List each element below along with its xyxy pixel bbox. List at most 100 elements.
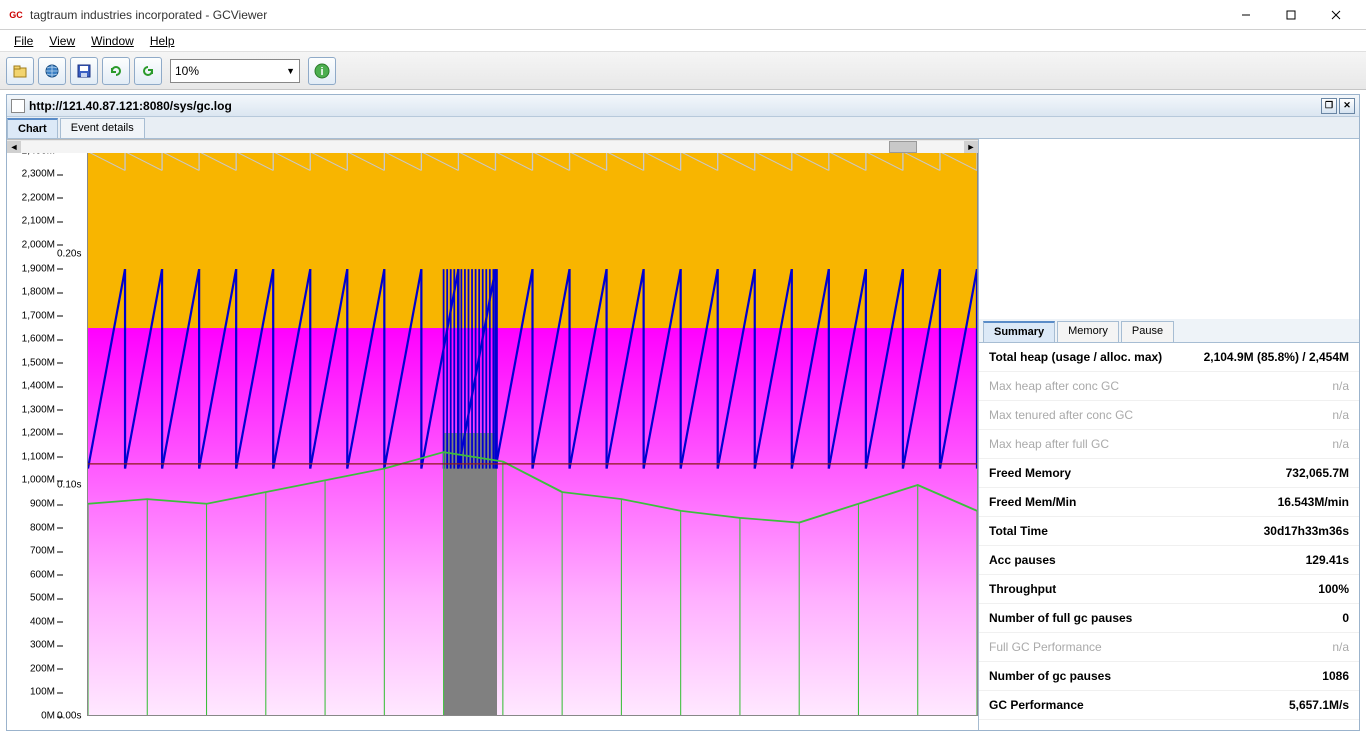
summary-label: Freed Memory [989, 466, 1071, 480]
document-titlebar: http://121.40.87.121:8080/sys/gc.log ❐ ✕ [7, 95, 1359, 117]
summary-row: Acc pauses 129.41s [979, 546, 1359, 575]
summary-value: 2,104.9M (85.8%) / 2,454M [1204, 350, 1349, 364]
summary-value: 5,657.1M/s [1289, 698, 1349, 712]
summary-value: 1086 [1322, 669, 1349, 683]
document-url: http://121.40.87.121:8080/sys/gc.log [29, 99, 232, 113]
save-button[interactable] [70, 57, 98, 85]
summary-label: Number of full gc pauses [989, 611, 1132, 625]
tab-chart[interactable]: Chart [7, 118, 58, 138]
app-icon: GC [8, 7, 24, 23]
y-tick: 2,100M [22, 216, 55, 227]
y2-tick: 0.10s [57, 480, 81, 491]
maximize-button[interactable] [1268, 1, 1313, 29]
y-tick: 100M [30, 687, 55, 698]
summary-value: n/a [1332, 437, 1349, 451]
chart-pane: 0M100M200M300M400M500M600M700M800M900M1,… [7, 139, 979, 730]
summary-value: 129.41s [1306, 553, 1349, 567]
window-title: tagtraum industries incorporated - GCVie… [30, 8, 1223, 22]
summary-label: Throughput [989, 582, 1056, 596]
summary-value: 16.543M/min [1278, 495, 1349, 509]
summary-row: GC Performance 5,657.1M/s [979, 691, 1359, 720]
summary-row: Number of gc pauses 1086 [979, 662, 1359, 691]
menu-view[interactable]: View [41, 32, 83, 50]
summary-value: 30d17h33m36s [1264, 524, 1349, 538]
y-tick: 1,400M [22, 381, 55, 392]
menu-bar: File View Window Help [0, 30, 1366, 52]
y-tick: 500M [30, 593, 55, 604]
tab-pause[interactable]: Pause [1121, 321, 1174, 342]
summary-row: Max heap after conc GC n/a [979, 372, 1359, 401]
summary-label: GC Performance [989, 698, 1084, 712]
horizontal-scrollbar[interactable]: ◄ ► [7, 139, 978, 153]
summary-value: n/a [1332, 408, 1349, 422]
chart-plot[interactable]: 15-10-16 12:00:0015-10-16 17:00:0015-10-… [87, 139, 978, 716]
summary-label: Max tenured after conc GC [989, 408, 1133, 422]
y-tick: 800M [30, 522, 55, 533]
summary-label: Number of gc pauses [989, 669, 1111, 683]
summary-label: Acc pauses [989, 553, 1056, 567]
summary-row: Freed Memory732,065.7M [979, 459, 1359, 488]
scroll-thumb[interactable] [889, 141, 917, 153]
summary-label: Freed Mem/Min [989, 495, 1076, 509]
minimize-button[interactable] [1223, 1, 1268, 29]
zoom-value: 10% [175, 64, 199, 78]
y-tick: 2,200M [22, 192, 55, 203]
y-tick: 1,700M [22, 310, 55, 321]
y-tick: 1,900M [22, 263, 55, 274]
tab-summary[interactable]: Summary [983, 321, 1055, 342]
y-axis-memory: 0M100M200M300M400M500M600M700M800M900M1,… [7, 139, 57, 716]
y2-tick: 0.20s [57, 249, 81, 260]
zoom-select[interactable]: 10% ▼ [170, 59, 300, 83]
svg-text:i: i [320, 66, 323, 78]
y-tick: 1,800M [22, 287, 55, 298]
scroll-right-button[interactable]: ► [964, 141, 978, 153]
close-button[interactable] [1313, 1, 1358, 29]
chart-area[interactable]: 0M100M200M300M400M500M600M700M800M900M1,… [7, 139, 978, 730]
summary-label: Total Time [989, 524, 1048, 538]
y-tick: 2,000M [22, 239, 55, 250]
summary-label: Max heap after conc GC [989, 379, 1119, 393]
summary-label: Total heap (usage / alloc. max) [989, 350, 1162, 364]
summary-pane: Summary Memory Pause Total heap (usage /… [979, 139, 1359, 730]
doc-restore-button[interactable]: ❐ [1321, 98, 1337, 114]
y-tick: 700M [30, 546, 55, 557]
y-tick: 1,600M [22, 334, 55, 345]
dropdown-arrow-icon: ▼ [286, 66, 295, 76]
menu-help[interactable]: Help [142, 32, 183, 50]
y-tick: 600M [30, 569, 55, 580]
y-tick: 1,200M [22, 428, 55, 439]
menu-window[interactable]: Window [83, 32, 142, 50]
y-tick: 1,100M [22, 451, 55, 462]
y-tick: 0M [41, 711, 55, 722]
summary-label: Max heap after full GC [989, 437, 1109, 451]
menu-file[interactable]: File [6, 32, 41, 50]
scroll-track[interactable] [21, 141, 964, 153]
summary-tab-strip: Summary Memory Pause [979, 319, 1359, 343]
y-tick: 200M [30, 663, 55, 674]
info-button[interactable]: i [308, 57, 336, 85]
open-url-button[interactable] [38, 57, 66, 85]
summary-row: Total Time 30d17h33m36s [979, 517, 1359, 546]
y-tick: 2,300M [22, 169, 55, 180]
summary-label: Full GC Performance [989, 640, 1102, 654]
y-axis-pause: 0.00s0.10s0.20s [57, 139, 87, 716]
tab-event-details[interactable]: Event details [60, 118, 145, 138]
scroll-left-button[interactable]: ◄ [7, 141, 21, 153]
summary-row: Number of full gc pauses0 [979, 604, 1359, 633]
summary-value: 100% [1318, 582, 1349, 596]
doc-close-button[interactable]: ✕ [1339, 98, 1355, 114]
summary-value: n/a [1332, 640, 1349, 654]
summary-row: Freed Mem/Min 16.543M/min [979, 488, 1359, 517]
tab-memory[interactable]: Memory [1057, 321, 1119, 342]
toolbar: 10% ▼ i [0, 52, 1366, 90]
auto-refresh-button[interactable] [134, 57, 162, 85]
summary-value: n/a [1332, 379, 1349, 393]
summary-row: Throughput 100% [979, 575, 1359, 604]
open-file-button[interactable] [6, 57, 34, 85]
summary-table: Total heap (usage / alloc. max) 2,104.9M … [979, 343, 1359, 730]
y-tick: 900M [30, 499, 55, 510]
summary-row: Max tenured after conc GC n/a [979, 401, 1359, 430]
y-tick: 1,000M [22, 475, 55, 486]
y-tick: 400M [30, 616, 55, 627]
refresh-button[interactable] [102, 57, 130, 85]
